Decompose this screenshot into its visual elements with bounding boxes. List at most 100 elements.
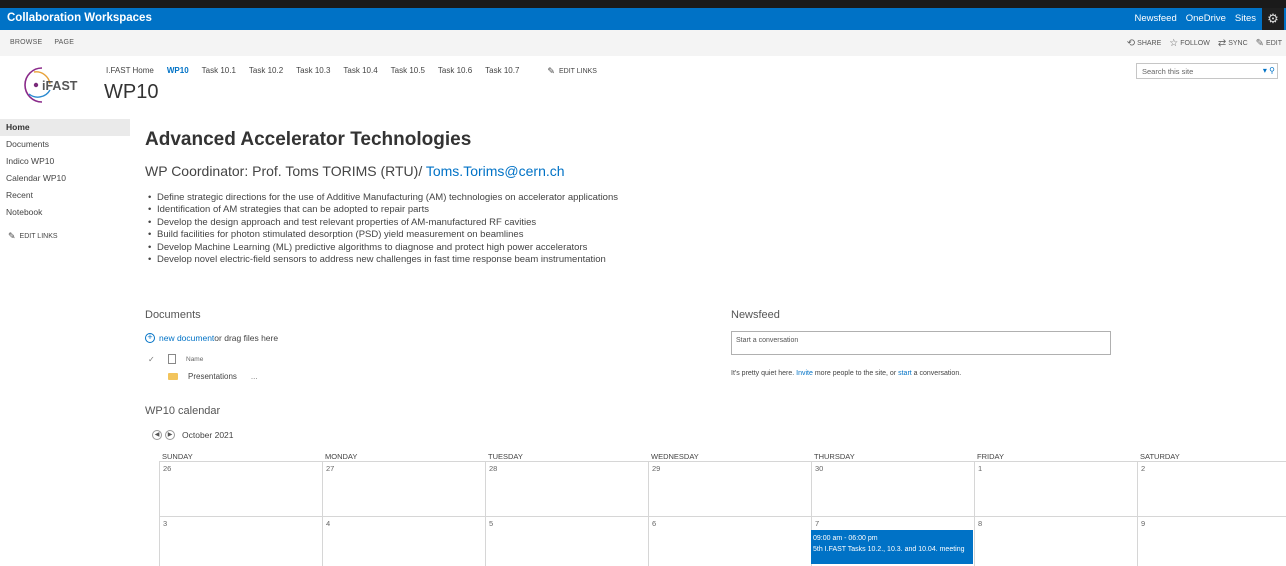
- column-header-name[interactable]: Name: [186, 356, 203, 363]
- ribbon-tab-browse[interactable]: BROWSE: [10, 39, 42, 46]
- leftnav-item-calendar[interactable]: Calendar WP10: [0, 170, 130, 187]
- list-item: Build facilities for photon stimulated d…: [148, 229, 618, 242]
- conversation-placeholder: Start a conversation: [736, 337, 799, 344]
- topnav-item-task-10-3[interactable]: Task 10.3: [296, 66, 330, 77]
- calendar-day-cell[interactable]: 9: [1137, 516, 1286, 566]
- newsfeed-title[interactable]: Newsfeed: [731, 309, 780, 321]
- leftnav-item-home[interactable]: Home: [0, 119, 130, 136]
- calendar-day-cell[interactable]: 1: [974, 461, 1137, 516]
- suite-link-newsfeed[interactable]: Newsfeed: [1135, 13, 1177, 24]
- objectives-list: Define strategic directions for the use …: [148, 192, 618, 267]
- day-header: TUESDAY: [488, 452, 523, 461]
- star-icon: ☆: [1169, 38, 1179, 49]
- ribbon: BROWSE PAGE ⟲ SHARE ☆ FOLLOW ⇄ SYNC ✎ EDIT: [0, 30, 1286, 56]
- sync-icon: ⇄: [1217, 38, 1227, 49]
- calendar-day-cell[interactable]: 29: [648, 461, 811, 516]
- pencil-icon: ✎: [547, 66, 555, 76]
- ellipsis-menu-icon[interactable]: ...: [251, 372, 258, 381]
- coordinator-email-link[interactable]: Toms.Torims@cern.ch: [426, 163, 565, 179]
- page-heading: Advanced Accelerator Technologies: [145, 129, 472, 150]
- event-title: 5th I.FAST Tasks 10.2., 10.3. and 10.04.…: [813, 546, 965, 553]
- new-document-link[interactable]: new document: [159, 333, 214, 343]
- leftnav-item-documents[interactable]: Documents: [0, 136, 130, 153]
- day-header: THURSDAY: [814, 452, 855, 461]
- event-time: 09:00 am - 06:00 pm: [813, 535, 878, 542]
- suite-bar: Collaboration Workspaces Newsfeed OneDri…: [0, 0, 1286, 30]
- table-row[interactable]: Presentations ...: [168, 372, 258, 381]
- checkmark-icon[interactable]: ✓: [148, 355, 158, 364]
- share-button[interactable]: ⟲ SHARE: [1127, 38, 1162, 49]
- list-item: Develop Machine Learning (ML) predictive…: [148, 242, 618, 255]
- leftnav-item-recent[interactable]: Recent: [0, 187, 130, 204]
- topnav-item-task-10-5[interactable]: Task 10.5: [391, 66, 425, 77]
- day-header: MONDAY: [325, 452, 358, 461]
- share-icon: ⟲: [1126, 38, 1136, 49]
- start-link[interactable]: start: [898, 370, 912, 377]
- top-navigation: I.FAST Home WP10 Task 10.1 Task 10.2 Tas…: [106, 66, 597, 77]
- edit-button[interactable]: ✎ EDIT: [1256, 38, 1282, 49]
- topnav-item-task-10-7[interactable]: Task 10.7: [485, 66, 519, 77]
- gear-icon[interactable]: ⚙: [1262, 8, 1284, 30]
- topnav-item-task-10-2[interactable]: Task 10.2: [249, 66, 283, 77]
- coordinator-line: WP Coordinator: Prof. Toms TORIMS (RTU)/…: [145, 163, 565, 179]
- search-icon[interactable]: ▾ ⚲: [1263, 66, 1275, 75]
- add-icon[interactable]: +: [145, 333, 155, 343]
- calendar-day-cell[interactable]: 2: [1137, 461, 1286, 516]
- calendar-day-cell[interactable]: 3: [159, 516, 322, 566]
- document-name-link[interactable]: Presentations: [188, 372, 237, 381]
- folder-icon: [168, 373, 178, 380]
- topnav-edit-links[interactable]: ✎ EDIT LINKS: [547, 66, 597, 77]
- pencil-icon: ✎: [1255, 38, 1265, 49]
- suite-link-onedrive[interactable]: OneDrive: [1186, 13, 1226, 24]
- day-header: SUNDAY: [162, 452, 193, 461]
- list-item: Develop novel electric-field sensors to …: [148, 254, 618, 267]
- leftnav-edit-links[interactable]: ✎ EDIT LINKS: [0, 231, 130, 242]
- calendar-month-label: October 2021: [182, 430, 234, 440]
- suite-links: Newsfeed OneDrive Sites: [1135, 13, 1257, 24]
- calendar-day-cell[interactable]: 26: [159, 461, 322, 516]
- invite-link[interactable]: Invite: [796, 370, 813, 377]
- calendar-day-cell[interactable]: 8: [974, 516, 1137, 566]
- calendar-day-cell[interactable]: 27: [322, 461, 485, 516]
- list-item: Define strategic directions for the use …: [148, 192, 618, 205]
- documents-header: ✓ Name: [148, 354, 203, 364]
- calendar-title[interactable]: WP10 calendar: [145, 405, 220, 417]
- follow-button[interactable]: ☆ FOLLOW: [1169, 38, 1210, 49]
- calendar-day-cell[interactable]: 28: [485, 461, 648, 516]
- calendar-day-cell[interactable]: 30: [811, 461, 974, 516]
- ribbon-tab-page[interactable]: PAGE: [54, 39, 74, 46]
- documents-title[interactable]: Documents: [145, 309, 201, 321]
- next-month-icon[interactable]: ▶: [165, 430, 175, 440]
- day-header: SATURDAY: [1140, 452, 1180, 461]
- calendar-day-cell[interactable]: 5: [485, 516, 648, 566]
- site-logo[interactable]: iFAST: [20, 64, 92, 106]
- sync-button[interactable]: ⇄ SYNC: [1218, 38, 1248, 49]
- leftnav-item-indico[interactable]: Indico WP10: [0, 153, 130, 170]
- topnav-item-wp10[interactable]: WP10: [167, 66, 189, 77]
- file-type-icon: [168, 354, 176, 364]
- day-header: FRIDAY: [977, 452, 1004, 461]
- list-item: Develop the design approach and test rel…: [148, 217, 618, 230]
- topnav-item-task-10-4[interactable]: Task 10.4: [343, 66, 377, 77]
- calendar-day-cell[interactable]: 4: [322, 516, 485, 566]
- topnav-item-task-10-1[interactable]: Task 10.1: [202, 66, 236, 77]
- day-header: WEDNESDAY: [651, 452, 699, 461]
- pencil-icon: ✎: [8, 231, 16, 241]
- conversation-input[interactable]: Start a conversation: [731, 331, 1111, 355]
- leftnav-item-notebook[interactable]: Notebook: [0, 204, 130, 221]
- suite-link-sites[interactable]: Sites: [1235, 13, 1256, 24]
- calendar-day-cell[interactable]: 6: [648, 516, 811, 566]
- search-placeholder: Search this site: [1142, 67, 1194, 76]
- suite-brand-link[interactable]: Collaboration Workspaces: [7, 12, 152, 24]
- top-border: [0, 0, 1286, 8]
- prev-month-icon[interactable]: ◀: [152, 430, 162, 440]
- new-document-row: + new document or drag files here: [145, 333, 278, 343]
- list-item: Identification of AM strategies that can…: [148, 204, 618, 217]
- site-title[interactable]: WP10: [104, 81, 158, 104]
- topnav-item-home[interactable]: I.FAST Home: [106, 66, 154, 77]
- topnav-item-task-10-6[interactable]: Task 10.6: [438, 66, 472, 77]
- calendar-event[interactable]: 09:00 am - 06:00 pm 5th I.FAST Tasks 10.…: [811, 530, 973, 564]
- search-input[interactable]: Search this site ▾ ⚲: [1136, 63, 1278, 79]
- newsfeed-empty-message: It's pretty quiet here. Invite more peop…: [731, 370, 962, 377]
- svg-text:iFAST: iFAST: [42, 79, 78, 93]
